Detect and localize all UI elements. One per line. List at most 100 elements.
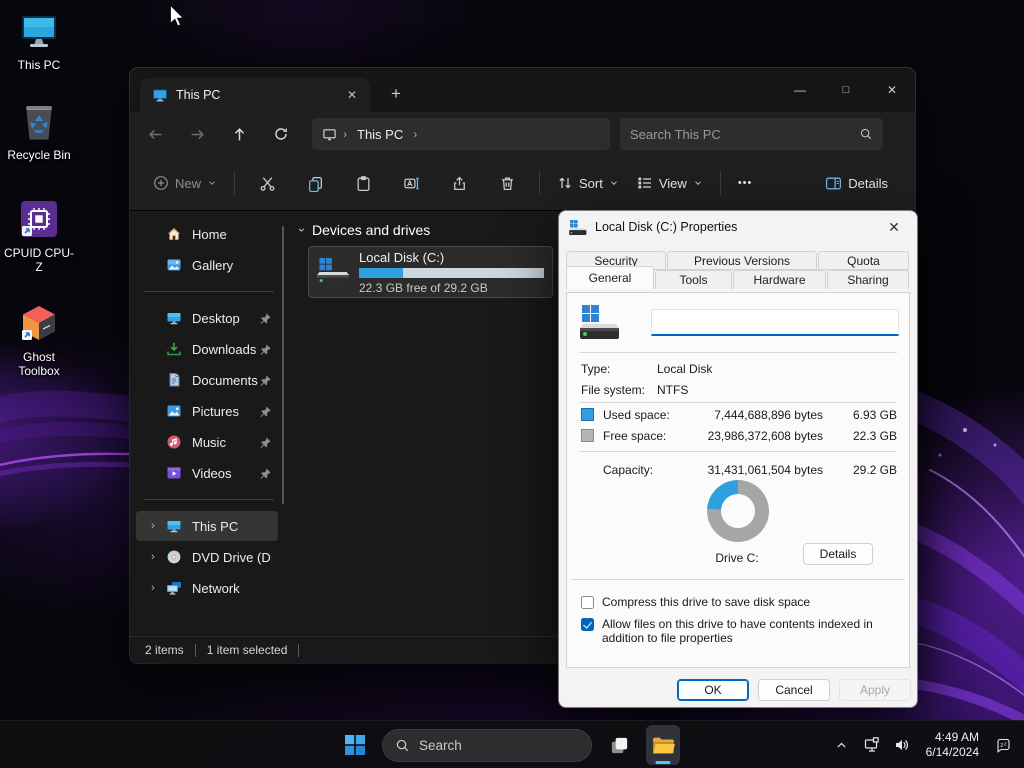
free-space-size: 22.3 GB <box>853 429 897 443</box>
tab-tools[interactable]: Tools <box>655 270 732 289</box>
sidebar-item-documents[interactable]: Documents <box>136 365 278 395</box>
apply-button[interactable]: Apply <box>839 679 911 701</box>
chevron-right-icon[interactable]: › <box>142 520 164 532</box>
sidebar-scrollbar[interactable] <box>282 226 285 504</box>
delete-button[interactable] <box>488 166 526 200</box>
cut-button[interactable] <box>248 166 286 200</box>
details-pane-button[interactable]: Details <box>816 168 897 199</box>
type-label: Type: <box>581 362 610 376</box>
sidebar-item-desktop[interactable]: Desktop <box>136 303 278 333</box>
sidebar-item-home[interactable]: Home <box>136 219 278 249</box>
allow-indexing-checkbox[interactable]: Allow files on this drive to have conten… <box>581 617 899 645</box>
separator <box>579 451 897 452</box>
tab-previous-versions[interactable]: Previous Versions <box>667 251 817 270</box>
sidebar-item-music[interactable]: Music <box>136 427 278 457</box>
chevron-right-icon[interactable]: › <box>142 582 164 594</box>
sidebar-item-downloads[interactable]: Downloads <box>136 334 278 364</box>
drive-caption: Drive C: <box>687 551 787 565</box>
sidebar-item-network[interactable]: › Network <box>136 573 278 603</box>
tray-chevron-up[interactable] <box>829 725 855 765</box>
task-view-button[interactable] <box>602 725 636 765</box>
separator <box>571 579 905 580</box>
used-space-size: 6.93 GB <box>853 408 897 422</box>
windows-start-icon <box>343 733 367 757</box>
desktop-icon-this-pc[interactable]: This PC <box>2 8 76 72</box>
ellipsis-icon: ••• <box>738 177 753 189</box>
taskbar-search-box[interactable]: Search <box>382 729 592 762</box>
sidebar-item-pictures[interactable]: Pictures <box>136 396 278 426</box>
details-label: Details <box>848 176 888 191</box>
volume-icon[interactable] <box>889 725 915 765</box>
tab-title: This PC <box>176 88 334 102</box>
more-options-button[interactable]: ••• <box>729 170 762 196</box>
dialog-close-icon[interactable]: ✕ <box>881 216 907 238</box>
tab-general[interactable]: General <box>566 266 654 289</box>
new-label: New <box>175 176 201 191</box>
sidebar-item-gallery[interactable]: Gallery <box>136 250 278 280</box>
drive-label-input[interactable] <box>651 309 899 336</box>
file-explorer-icon <box>651 733 676 758</box>
explorer-tab-this-pc[interactable]: This PC ✕ <box>140 78 370 112</box>
sidebar-item-this-pc[interactable]: › This PC <box>136 511 278 541</box>
tab-hardware[interactable]: Hardware <box>733 270 826 289</box>
used-space-bytes: 7,444,688,896 bytes <box>714 408 823 422</box>
chevron-right-icon[interactable]: › <box>142 551 164 563</box>
share-button[interactable] <box>440 166 478 200</box>
rename-button[interactable] <box>392 166 430 200</box>
cancel-button[interactable]: Cancel <box>758 679 830 701</box>
start-button[interactable] <box>338 725 372 765</box>
desktop-icon-cpuz[interactable]: CPUID CPU-Z <box>2 196 76 274</box>
pictures-icon <box>164 403 184 419</box>
desktop-icon-recycle-bin[interactable]: Recycle Bin <box>2 98 76 162</box>
devices-and-drives-header[interactable]: › Devices and drives <box>300 222 430 238</box>
forward-button[interactable] <box>180 117 214 151</box>
sort-button[interactable]: Sort <box>548 168 628 198</box>
dialog-title-bar: Local Disk (C:) Properties ✕ <box>559 211 917 243</box>
sidebar-label: Desktop <box>192 311 259 326</box>
new-tab-button[interactable]: + <box>382 80 410 108</box>
music-icon <box>164 434 184 450</box>
desktop-icon-label: Ghost Toolbox <box>2 350 76 378</box>
refresh-button[interactable] <box>264 117 298 151</box>
tab-quota[interactable]: Quota <box>818 251 909 270</box>
home-icon <box>164 226 184 242</box>
gallery-icon <box>164 257 184 273</box>
toolbar-separator <box>720 171 721 195</box>
paste-button[interactable] <box>344 166 382 200</box>
search-box[interactable]: Search This PC <box>620 118 883 150</box>
tab-sharing[interactable]: Sharing <box>827 270 909 289</box>
back-button[interactable] <box>138 117 172 151</box>
compress-drive-checkbox[interactable]: Compress this drive to save disk space <box>581 595 899 609</box>
new-button[interactable]: New <box>144 168 226 198</box>
documents-icon <box>164 372 184 388</box>
view-icon <box>637 175 653 191</box>
desktop-icon-ghost-toolbox[interactable]: Ghost Toolbox <box>2 300 76 378</box>
ghost-toolbox-icon <box>2 300 76 346</box>
pin-icon <box>259 374 272 387</box>
notification-center-button[interactable]: z z <box>990 725 1016 765</box>
monitor-icon <box>152 87 168 103</box>
ok-button[interactable]: OK <box>677 679 749 701</box>
svg-text:z: z <box>1000 742 1003 749</box>
up-button[interactable] <box>222 117 256 151</box>
toolbar-separator <box>234 171 235 195</box>
file-explorer-taskbar-button[interactable] <box>646 725 680 765</box>
pin-icon <box>259 436 272 449</box>
do-not-disturb-bell-icon: z z <box>994 736 1013 755</box>
drive-capacity-bar <box>359 268 544 278</box>
minimize-button[interactable]: — <box>777 68 823 112</box>
sidebar-item-dvd-drive[interactable]: › DVD Drive (D:) V <box>136 542 278 572</box>
sidebar-item-videos[interactable]: Videos <box>136 458 278 488</box>
windows-drive-icon <box>579 305 621 339</box>
copy-button[interactable] <box>296 166 334 200</box>
taskbar-clock[interactable]: 4:49 AM 6/14/2024 <box>919 730 986 760</box>
breadcrumb-this-pc[interactable]: This PC <box>353 127 407 142</box>
network-status-icon[interactable] <box>859 725 885 765</box>
details-button[interactable]: Details <box>803 543 873 565</box>
maximize-button[interactable]: □ <box>823 68 869 112</box>
address-bar[interactable]: › This PC › <box>312 118 610 150</box>
tab-close-icon[interactable]: ✕ <box>342 85 362 105</box>
close-button[interactable]: ✕ <box>869 68 915 112</box>
view-button[interactable]: View <box>628 168 712 198</box>
local-disk-c-tile[interactable]: Local Disk (C:) 22.3 GB free of 29.2 GB <box>308 246 553 298</box>
